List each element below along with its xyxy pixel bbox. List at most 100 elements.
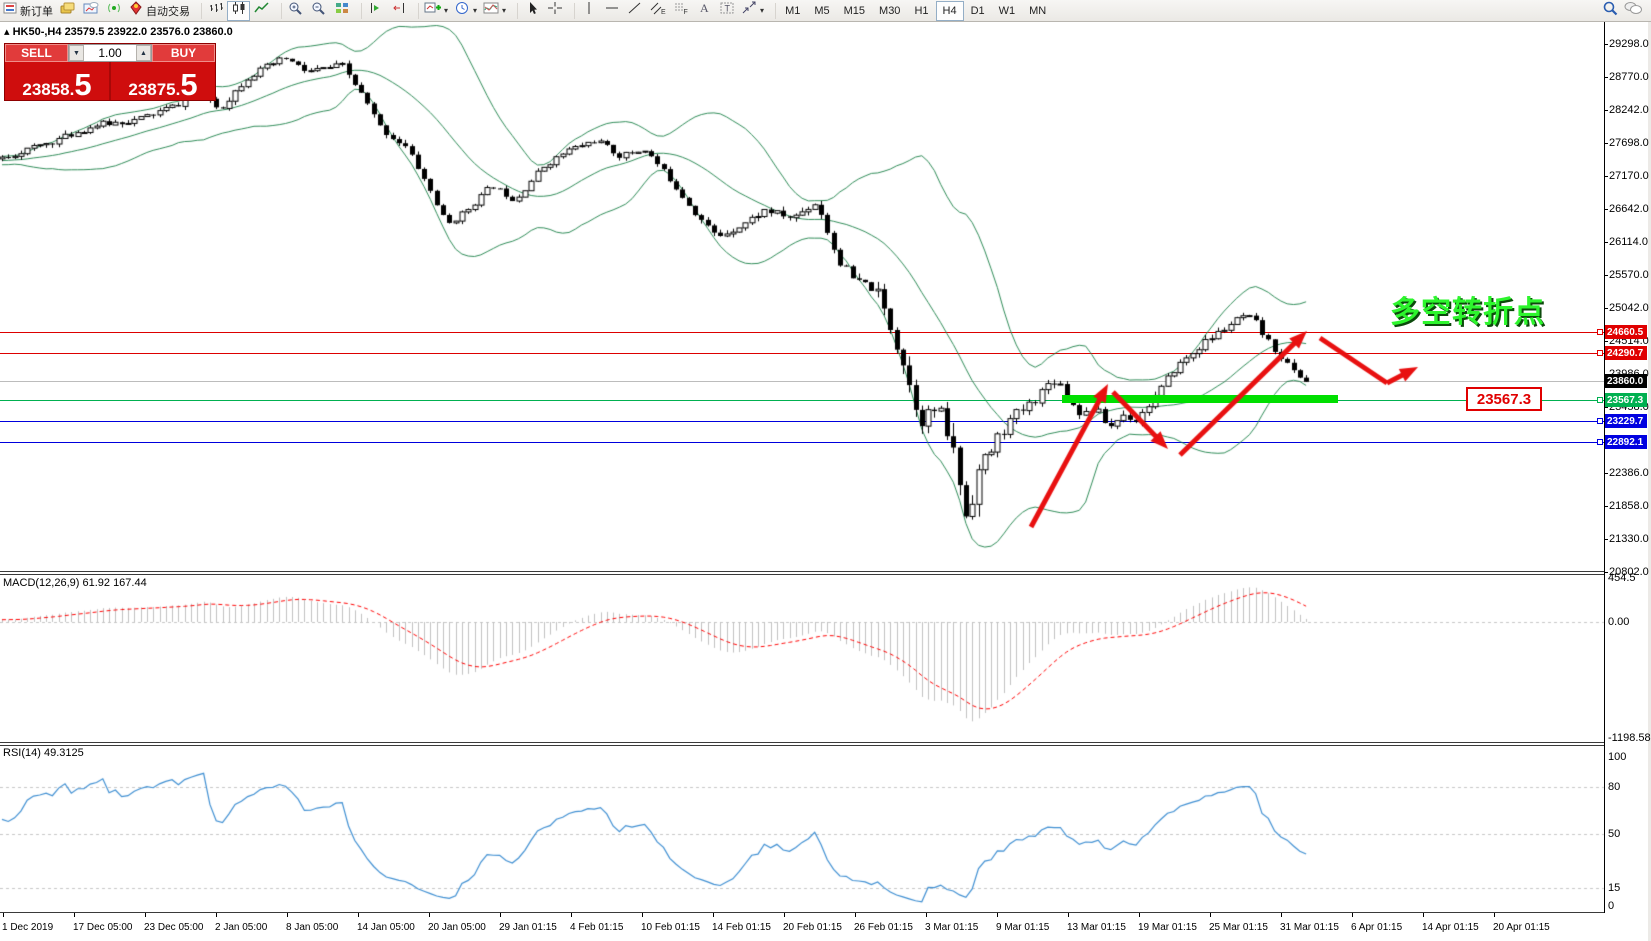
volume-value[interactable]: 1.00 bbox=[84, 45, 136, 61]
chevron-down-icon[interactable]: ▾ bbox=[760, 6, 764, 15]
line-chart-button[interactable] bbox=[250, 1, 273, 21]
buy-price-main: 23875 bbox=[128, 81, 175, 98]
time-tick-label: 14 Jan 05:00 bbox=[357, 922, 415, 933]
price-tick-label: 26114.0 bbox=[1609, 236, 1648, 248]
timeframe-m30[interactable]: M30 bbox=[872, 1, 907, 21]
time-tick-mark bbox=[1494, 913, 1495, 917]
buy-price[interactable]: 23875.5 bbox=[111, 62, 215, 100]
vertical-line-icon bbox=[581, 1, 597, 20]
price-tick-label: 26642.0 bbox=[1609, 203, 1649, 215]
text-icon: A bbox=[697, 1, 711, 20]
line-anchor-handle[interactable] bbox=[1597, 418, 1603, 424]
time-axis[interactable]: 1 Dec 201917 Dec 05:0023 Dec 05:002 Jan … bbox=[0, 913, 1604, 941]
price-tick-label: 27170.0 bbox=[1609, 170, 1649, 182]
macd-values: 61.92 167.44 bbox=[82, 577, 146, 589]
timeframe-d1[interactable]: D1 bbox=[964, 1, 992, 21]
new-chart-button[interactable]: ▾ bbox=[421, 1, 451, 21]
rsi-axis-label: 50 bbox=[1608, 828, 1620, 840]
time-tick-label: 13 Mar 01:15 bbox=[1067, 922, 1126, 933]
signals-button[interactable] bbox=[102, 1, 125, 21]
support-zone-bar[interactable] bbox=[1062, 395, 1338, 403]
timeframe-h1[interactable]: H1 bbox=[907, 1, 935, 21]
signal-icon bbox=[106, 1, 122, 20]
macd-rsi-separator-2 bbox=[0, 745, 1604, 746]
search-icon[interactable] bbox=[1602, 0, 1618, 21]
collapse-icon[interactable]: ▴ bbox=[4, 26, 10, 38]
new-order-button[interactable]: 新订单 bbox=[0, 1, 56, 21]
time-tick-mark bbox=[3, 913, 4, 917]
chevron-down-icon[interactable]: ▾ bbox=[473, 6, 477, 15]
timeframe-h4[interactable]: H4 bbox=[936, 1, 964, 21]
rsi-axis-label: 15 bbox=[1608, 882, 1620, 894]
label-button[interactable]: T bbox=[715, 1, 738, 21]
arrows-button[interactable]: ▾ bbox=[738, 1, 767, 21]
price-badge-24290-7: 24290.7 bbox=[1605, 346, 1647, 360]
candlestick-chart-icon bbox=[231, 1, 247, 20]
toolbar-right-icons bbox=[1602, 0, 1643, 21]
zoom-out-button[interactable] bbox=[307, 1, 330, 21]
line-anchor-handle[interactable] bbox=[1597, 439, 1603, 445]
fibonacci-button[interactable]: F bbox=[669, 1, 692, 21]
chat-icon[interactable] bbox=[1624, 1, 1643, 20]
indicators-button[interactable]: ▾ bbox=[480, 1, 509, 21]
period-button[interactable]: ▾ bbox=[451, 1, 480, 21]
sell-button[interactable]: SELL bbox=[5, 44, 68, 62]
market-watch-button[interactable] bbox=[56, 1, 79, 21]
time-tick-label: 2 Jan 05:00 bbox=[215, 922, 267, 933]
volume-down-button[interactable]: ▼ bbox=[69, 45, 84, 61]
time-tick-mark bbox=[287, 913, 288, 917]
new-order-icon bbox=[3, 1, 18, 20]
timeframe-m5[interactable]: M5 bbox=[807, 1, 836, 21]
trendline-button[interactable] bbox=[623, 1, 646, 21]
support-price-label[interactable]: 23567.3 bbox=[1466, 387, 1542, 411]
text-button[interactable]: A bbox=[692, 1, 715, 21]
time-tick-label: 9 Mar 01:15 bbox=[996, 922, 1049, 933]
zoom-in-button[interactable] bbox=[284, 1, 307, 21]
chart-canvas[interactable] bbox=[0, 0, 1651, 941]
channel-button[interactable]: E bbox=[646, 1, 669, 21]
sell-price-frac: 5 bbox=[74, 72, 91, 98]
chevron-down-icon[interactable]: ▾ bbox=[444, 6, 448, 15]
rsi-value: 49.3125 bbox=[44, 747, 84, 759]
time-tick-mark bbox=[713, 913, 714, 917]
chevron-down-icon[interactable]: ▾ bbox=[502, 6, 506, 15]
vertical-line-button[interactable] bbox=[577, 1, 600, 21]
bar-chart-button[interactable] bbox=[204, 1, 227, 21]
cursor-button[interactable] bbox=[520, 1, 543, 21]
main-macd-separator-2 bbox=[0, 574, 1604, 575]
time-tick-mark bbox=[500, 913, 501, 917]
buy-button[interactable]: BUY bbox=[152, 44, 215, 62]
chart-shift-button[interactable] bbox=[387, 1, 410, 21]
data-window-button[interactable] bbox=[79, 1, 102, 21]
line-anchor-handle[interactable] bbox=[1597, 350, 1603, 356]
main-macd-separator[interactable] bbox=[0, 571, 1604, 572]
price-tick-label: 22386.0 bbox=[1609, 467, 1649, 479]
tile-windows-button[interactable] bbox=[330, 1, 353, 21]
timeframe-m15[interactable]: M15 bbox=[837, 1, 872, 21]
zoom-in-icon bbox=[288, 1, 304, 20]
line-anchor-handle[interactable] bbox=[1597, 329, 1603, 335]
macd-label: MACD(12,26,9) 61.92 167.44 bbox=[3, 577, 147, 589]
horizontal-line-button[interactable] bbox=[600, 1, 623, 21]
line-anchor-handle[interactable] bbox=[1597, 397, 1603, 403]
svg-text:E: E bbox=[661, 9, 666, 15]
turning-point-annotation[interactable]: 多空转折点 bbox=[1390, 287, 1545, 331]
time-tick-label: 23 Dec 05:00 bbox=[144, 922, 204, 933]
autotrading-button[interactable]: 自动交易 bbox=[125, 1, 193, 21]
timeframe-m1[interactable]: M1 bbox=[778, 1, 807, 21]
volume-up-button[interactable]: ▲ bbox=[136, 45, 151, 61]
crosshair-button[interactable] bbox=[543, 1, 566, 21]
auto-scroll-button[interactable] bbox=[364, 1, 387, 21]
price-tick-label: 21330.0 bbox=[1609, 533, 1649, 545]
candlestick-chart-button[interactable] bbox=[227, 1, 250, 21]
time-tick-mark bbox=[784, 913, 785, 917]
timeframe-w1[interactable]: W1 bbox=[992, 1, 1023, 21]
macd-rsi-separator[interactable] bbox=[0, 742, 1604, 743]
price-tick-label: 27698.0 bbox=[1609, 137, 1649, 149]
label-icon: T bbox=[719, 1, 735, 20]
time-tick-label: 3 Mar 01:15 bbox=[925, 922, 978, 933]
time-tick-label: 29 Jan 01:15 bbox=[499, 922, 557, 933]
sell-price[interactable]: 23858.5 bbox=[5, 62, 109, 100]
time-tick-mark bbox=[1210, 913, 1211, 917]
timeframe-mn[interactable]: MN bbox=[1022, 1, 1053, 21]
